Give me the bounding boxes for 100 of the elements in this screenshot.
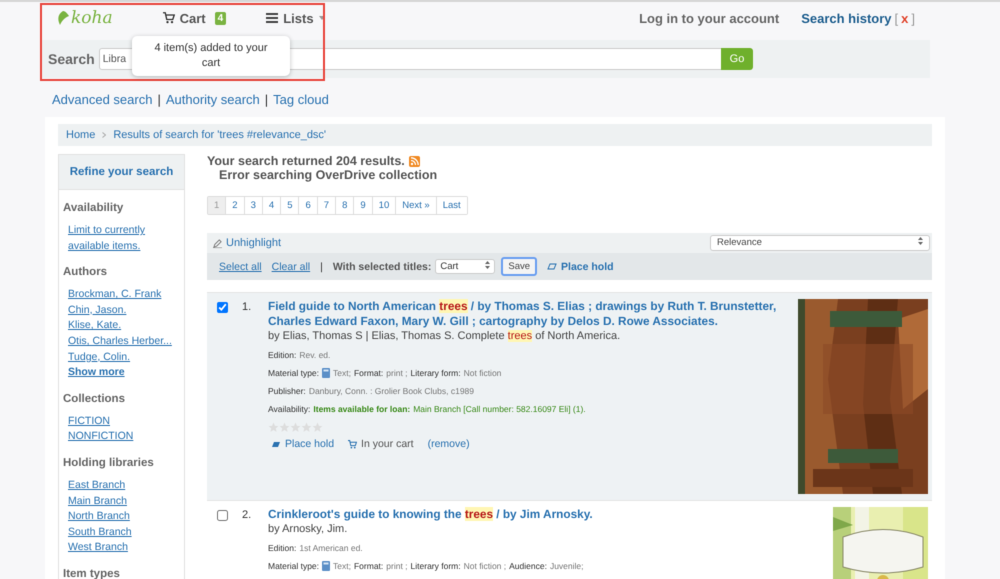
book-icon	[322, 368, 330, 378]
sidebar-title: Refine your search	[59, 155, 184, 190]
separator: |	[264, 92, 268, 107]
unhighlight-link[interactable]: Unhighlight	[213, 237, 282, 249]
facet-link[interactable]: Klise, Kate.	[68, 318, 184, 334]
field-value: Text;	[333, 561, 351, 571]
book-icon	[322, 561, 330, 571]
field-label: Edition:	[268, 543, 296, 553]
list-icon	[266, 13, 278, 23]
result-title-link[interactable]: Field guide to North American trees / by Thomas S. Elias ; drawings by Ruth T. Brunstetter, Charles Edward Faxon, Mary W. Gill ; cartography by Delos D. Rowe Associates.	[268, 299, 790, 329]
facet-link[interactable]: North Branch	[68, 509, 184, 525]
field-label: Material type:	[268, 368, 320, 378]
field-label: Format:	[354, 561, 384, 571]
breadcrumb-link[interactable]: Home	[66, 129, 96, 141]
cart-icon	[348, 440, 358, 448]
search-history-link[interactable]: Search history	[801, 10, 892, 26]
rss-icon[interactable]	[408, 156, 420, 166]
facet-heading: Holding libraries	[63, 456, 155, 469]
clear-all-link[interactable]: Clear all	[272, 260, 310, 272]
save-button[interactable]: Save	[501, 257, 538, 276]
result-checkbox[interactable]	[217, 302, 228, 313]
result-number: 2.	[242, 508, 252, 523]
result-number: 1.	[242, 300, 252, 315]
facet-link[interactable]: Brockman, C. Frank	[68, 287, 184, 303]
facet-heading: Availability	[63, 202, 124, 214]
page-link[interactable]: 10	[372, 197, 396, 214]
result-byline: by Elias, Thomas S | Elias, Thomas S. Complete trees of North America.	[268, 330, 622, 342]
result-checkbox[interactable]	[217, 510, 228, 521]
leaf-icon	[57, 11, 69, 25]
cart-link[interactable]: Cart 4	[162, 10, 226, 26]
field-value: Not fiction	[464, 368, 502, 378]
field-label: Literary form:	[410, 368, 461, 378]
availability-detail: Main Branch [Call number: 582.16097 Eli] (1).	[413, 404, 586, 414]
field-label: Publisher:	[268, 386, 306, 396]
field-label: Edition:	[268, 350, 296, 360]
login-link[interactable]: Log in to your account	[639, 10, 780, 26]
search-link[interactable]: Tag cloud	[273, 92, 329, 107]
search-link[interactable]: Authority search	[166, 92, 260, 107]
result-title-link[interactable]: Crinkleroot's guide to knowing the trees / by Jim Arnosky.	[268, 507, 825, 522]
updown-arrows-icon	[485, 261, 490, 269]
field-value: Juvenile;	[550, 561, 584, 571]
facet-link[interactable]: West Branch	[68, 540, 184, 556]
pen-icon	[213, 238, 222, 248]
hold-icon	[271, 440, 281, 448]
sort-select[interactable]: Relevance	[710, 235, 930, 251]
field-label: Format:	[354, 368, 384, 378]
search-label: Search	[48, 51, 95, 67]
facet-link[interactable]: Tudge, Colin.	[68, 350, 184, 366]
bracket: ]	[911, 10, 915, 26]
facet-link[interactable]: Otis, Charles Herber...	[68, 334, 184, 350]
go-button[interactable]: Go	[721, 48, 753, 70]
result-byline: by Arnosky, Jim.	[268, 523, 348, 535]
facet-link[interactable]: South Branch	[68, 524, 184, 540]
breadcrumb-link[interactable]: Results of search for 'trees #relevance_dsc'	[113, 129, 326, 141]
place-hold-link[interactable]: Place hold	[271, 438, 334, 450]
select-all-link[interactable]: Select all	[219, 260, 262, 272]
bracket: [	[894, 10, 898, 26]
cart-icon	[162, 12, 175, 24]
results-summary: Your search returned 204 results.	[207, 154, 405, 168]
field-label: Literary form:	[410, 561, 461, 571]
place-hold-link[interactable]: Place hold	[547, 260, 614, 272]
with-selected-label: With selected titles:	[332, 260, 432, 272]
field-label: Audience:	[509, 561, 547, 571]
field-label: Availability:	[268, 404, 310, 414]
field-value: Text;	[333, 368, 351, 378]
hold-icon	[547, 263, 558, 270]
chevron-icon	[102, 132, 106, 138]
separator: |	[320, 260, 323, 272]
facet-heading: Authors	[63, 266, 108, 278]
facet-link[interactable]: Limit to currently available items.	[68, 223, 184, 254]
availability-status: Items available for loan:	[313, 404, 410, 414]
facet-link[interactable]: Show more	[68, 365, 184, 381]
caret-icon	[318, 16, 325, 20]
field-label: Material type:	[268, 561, 320, 571]
clear-history-link[interactable]: x	[901, 10, 908, 26]
facet-link[interactable]: East Branch	[68, 478, 184, 494]
error-message: Error searching OverDrive collection	[219, 168, 438, 182]
field-value: Not fiction ;	[464, 561, 506, 571]
facet-heading: Item types	[63, 568, 121, 579]
facet-heading: Collections	[63, 392, 126, 405]
facet-link[interactable]: Main Branch	[68, 494, 184, 510]
facet-link[interactable]: Chin, Jason.	[68, 302, 184, 318]
facet-link[interactable]: NONFICTION	[68, 429, 184, 445]
page-link[interactable]: Last	[436, 197, 467, 214]
page-link[interactable]: 3	[244, 197, 263, 214]
field-value: 1st American ed.	[299, 543, 363, 553]
field-value: print ;	[386, 368, 408, 378]
search-link[interactable]: Advanced search	[52, 92, 152, 107]
field-value: Rev. ed.	[299, 350, 330, 360]
updown-arrows-icon	[918, 237, 923, 245]
action-select[interactable]: Cart	[435, 259, 496, 274]
field-value: print ;	[386, 561, 408, 571]
in-cart-label: In your cart	[361, 438, 414, 450]
lists-menu[interactable]: Lists	[266, 10, 325, 26]
remove-link[interactable]: (remove)	[428, 438, 470, 450]
facet-link[interactable]: FICTION	[68, 414, 184, 430]
separator: |	[157, 92, 161, 107]
field-value: Danbury, Conn. : Grolier Book Clubs, c1989	[308, 386, 474, 396]
cart-tooltip: 4 item(s) added to your cart	[132, 36, 290, 76]
cart-count: 4	[214, 12, 226, 24]
